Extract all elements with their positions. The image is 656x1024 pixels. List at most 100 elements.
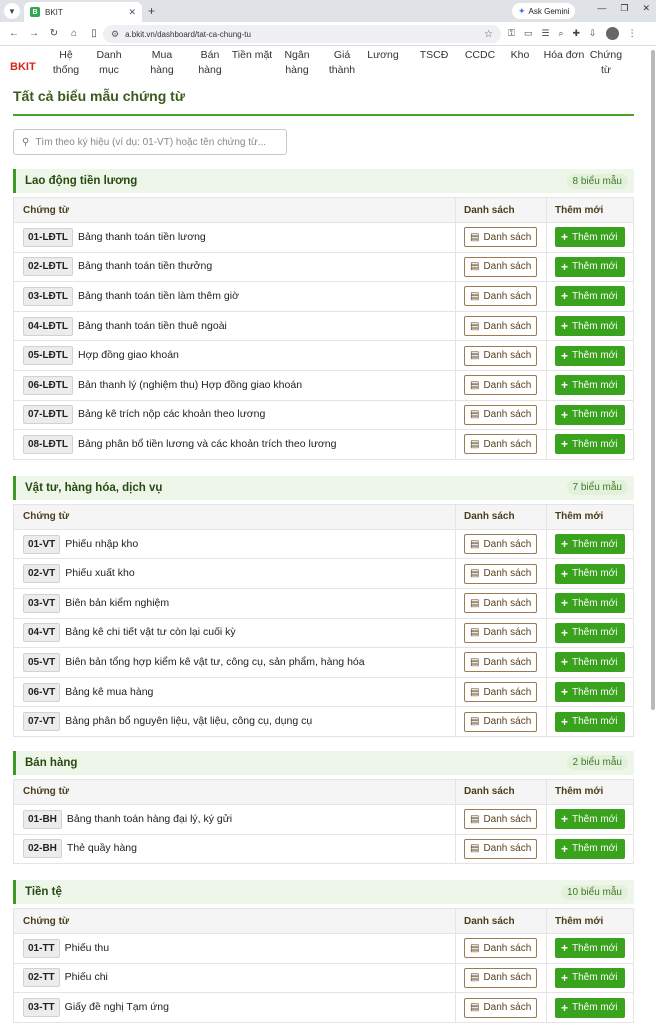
- close-icon[interactable]: ✕: [128, 7, 136, 18]
- extensions-icon[interactable]: ✚: [573, 28, 581, 39]
- list-button[interactable]: ▤ Danh sách: [464, 563, 537, 584]
- side-panel-icon[interactable]: ▯: [84, 28, 104, 39]
- add-new-button[interactable]: + Thêm mới: [555, 622, 625, 643]
- menu-item[interactable]: Giá thành: [322, 48, 362, 78]
- menu-item[interactable]: Chứng từ: [584, 48, 628, 78]
- home-icon[interactable]: ⌂: [64, 28, 84, 39]
- back-icon[interactable]: ←: [4, 28, 24, 39]
- list-button[interactable]: ▤ Danh sách: [464, 682, 537, 703]
- list-button[interactable]: ▤ Danh sách: [464, 652, 537, 673]
- list-button-label: Danh sách: [483, 627, 532, 639]
- add-new-button[interactable]: + Thêm mới: [555, 652, 625, 673]
- browser-menu-icon[interactable]: ⋮: [628, 28, 637, 39]
- add-new-button[interactable]: + Thêm mới: [555, 711, 625, 732]
- add-new-button[interactable]: + Thêm mới: [555, 434, 625, 455]
- menu-item[interactable]: Ngân hàng: [274, 48, 320, 78]
- menu-item[interactable]: Danh mục: [86, 48, 132, 78]
- table-row: 06-LĐTL Bản thanh lý (nghiệm thu) Hợp đồn…: [13, 369, 634, 401]
- search-input[interactable]: ⚲ Tìm theo ký hiệu (ví dụ: 01-VT) hoặc t…: [13, 129, 287, 155]
- list-button[interactable]: ▤ Danh sách: [464, 967, 537, 988]
- profile-avatar[interactable]: [605, 27, 619, 40]
- menu-item[interactable]: Tiền mặt: [230, 48, 274, 63]
- menu-item[interactable]: Mua hàng: [139, 48, 185, 78]
- plus-icon: +: [561, 596, 569, 611]
- list-button[interactable]: ▤ Danh sách: [464, 434, 537, 455]
- list-button[interactable]: ▤ Danh sách: [464, 938, 537, 959]
- site-info-icon[interactable]: ⚙: [111, 29, 119, 40]
- doc-code-badge: 03-TT: [23, 998, 60, 1018]
- add-new-button[interactable]: + Thêm mới: [555, 375, 625, 396]
- doc-code-badge: 02-LĐTL: [23, 257, 73, 277]
- new-tab-icon[interactable]: +: [148, 4, 155, 18]
- menu-item[interactable]: Kho: [504, 48, 536, 63]
- list-button[interactable]: ▤ Danh sách: [464, 711, 537, 732]
- list-cell: ▤ Danh sách: [455, 992, 547, 1023]
- add-new-button[interactable]: + Thêm mới: [555, 256, 625, 277]
- list-button[interactable]: ▤ Danh sách: [464, 286, 537, 307]
- add-new-button[interactable]: + Thêm mới: [555, 809, 625, 830]
- column-header-list: Danh sách: [455, 908, 547, 935]
- list-button[interactable]: ▤ Danh sách: [464, 345, 537, 366]
- add-new-button[interactable]: + Thêm mới: [555, 563, 625, 584]
- downloads-icon[interactable]: ⇩: [589, 28, 597, 39]
- list-button[interactable]: ▤ Danh sách: [464, 593, 537, 614]
- add-new-button[interactable]: + Thêm mới: [555, 286, 625, 307]
- app-logo[interactable]: BKIT: [10, 61, 48, 73]
- add-new-button[interactable]: + Thêm mới: [555, 345, 625, 366]
- menu-item[interactable]: Hệ thống: [46, 48, 86, 78]
- documents-table: Chứng từ Danh sách Thêm mới 01-VT Phiếu nhập…: [13, 503, 634, 737]
- menu-item[interactable]: Lương: [361, 48, 405, 63]
- list-button[interactable]: ▤ Danh sách: [464, 997, 537, 1018]
- gemini-icon: ✦: [518, 5, 526, 16]
- add-new-button[interactable]: + Thêm mới: [555, 997, 625, 1018]
- add-new-button[interactable]: + Thêm mới: [555, 404, 625, 425]
- add-new-button[interactable]: + Thêm mới: [555, 227, 625, 248]
- add-new-button[interactable]: + Thêm mới: [555, 316, 625, 337]
- tab-list-icon[interactable]: ▼: [4, 3, 20, 19]
- list-icon: ▤: [470, 1002, 480, 1014]
- bookmark-star-icon[interactable]: ☆: [484, 29, 493, 40]
- tab-search-icon[interactable]: ⌕: [558, 28, 563, 39]
- section: Lao động tiền lương 8 biểu mẫu Chứng từ Dan…: [13, 169, 634, 460]
- reading-list-icon[interactable]: ☰: [541, 28, 549, 39]
- list-button[interactable]: ▤ Danh sách: [464, 375, 537, 396]
- menu-item[interactable]: Bán hàng: [190, 48, 230, 78]
- add-new-button[interactable]: + Thêm mới: [555, 838, 625, 859]
- add-new-button[interactable]: + Thêm mới: [555, 938, 625, 959]
- address-bar[interactable]: ⚙ a.bkit.vn/dashboard/tat-ca-chung-tu ☆: [103, 25, 501, 43]
- doc-code-badge: 03-LĐTL: [23, 286, 73, 306]
- plus-icon: +: [561, 537, 569, 552]
- menu-item[interactable]: Hóa đơn: [542, 48, 586, 63]
- add-new-button[interactable]: + Thêm mới: [555, 682, 625, 703]
- add-new-button[interactable]: + Thêm mới: [555, 593, 625, 614]
- add-new-button[interactable]: + Thêm mới: [555, 967, 625, 988]
- minimize-icon[interactable]: —: [597, 3, 606, 14]
- list-button-label: Danh sách: [483, 656, 532, 668]
- list-button[interactable]: ▤ Danh sách: [464, 404, 537, 425]
- add-new-button[interactable]: + Thêm mới: [555, 534, 625, 555]
- list-button[interactable]: ▤ Danh sách: [464, 534, 537, 555]
- list-cell: ▤ Danh sách: [455, 833, 547, 865]
- ask-gemini-button[interactable]: ✦ Ask Gemini: [512, 3, 576, 19]
- add-cell: + Thêm mới: [546, 833, 634, 865]
- menu-item[interactable]: TSCĐ: [412, 48, 456, 63]
- maximize-icon[interactable]: ❐: [620, 3, 628, 14]
- reload-icon[interactable]: ↻: [44, 28, 64, 39]
- list-icon: ▤: [470, 290, 480, 302]
- list-button[interactable]: ▤ Danh sách: [464, 838, 537, 859]
- documents-table: Chứng từ Danh sách Thêm mới 01-BH Bảng thanh…: [13, 778, 634, 865]
- password-key-icon[interactable]: ⚿: [508, 28, 515, 39]
- page-scrollbar[interactable]: [651, 50, 655, 710]
- list-button[interactable]: ▤ Danh sách: [464, 809, 537, 830]
- list-button[interactable]: ▤ Danh sách: [464, 622, 537, 643]
- payment-card-icon[interactable]: ▭: [524, 28, 533, 39]
- browser-tab[interactable]: B BKIT ✕: [24, 2, 142, 22]
- forward-icon[interactable]: →: [24, 28, 44, 39]
- list-button[interactable]: ▤ Danh sách: [464, 227, 537, 248]
- list-cell: ▤ Danh sách: [455, 310, 547, 342]
- list-button[interactable]: ▤ Danh sách: [464, 316, 537, 337]
- menu-item[interactable]: CCDC: [457, 48, 503, 63]
- doc-name: Phiếu xuất kho: [65, 567, 135, 580]
- window-close-icon[interactable]: ✕: [642, 3, 650, 14]
- list-button[interactable]: ▤ Danh sách: [464, 256, 537, 277]
